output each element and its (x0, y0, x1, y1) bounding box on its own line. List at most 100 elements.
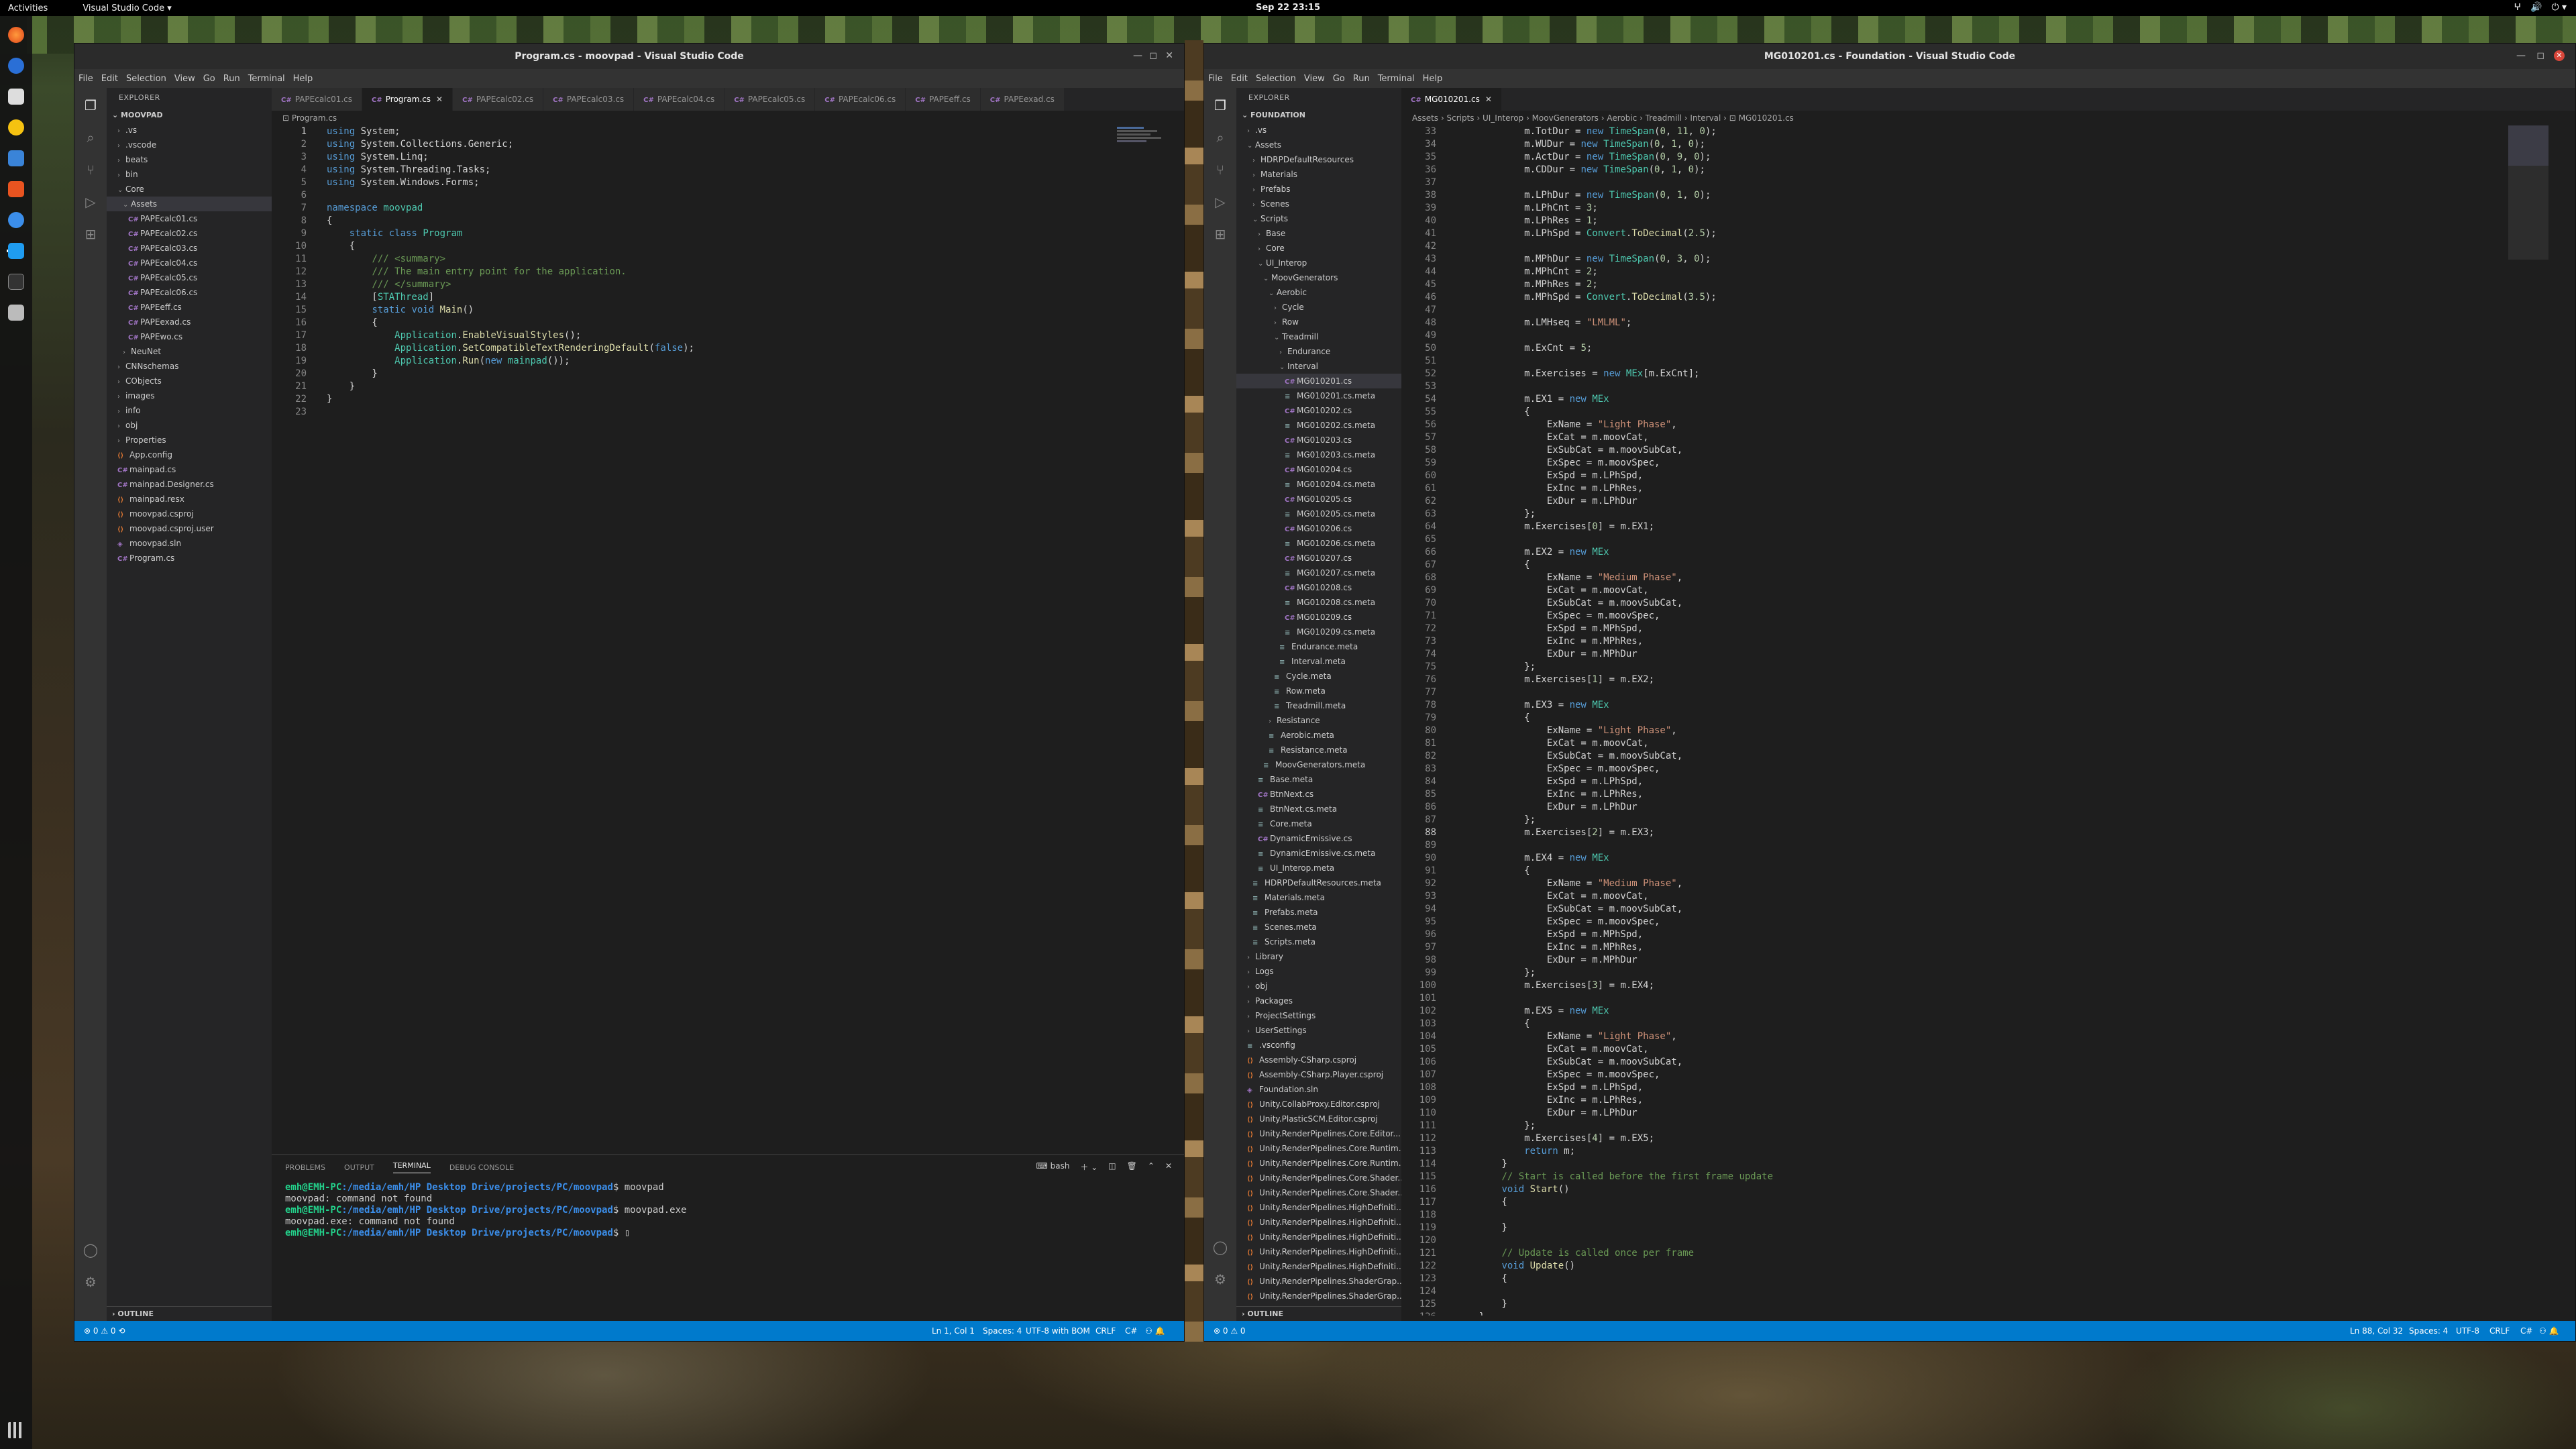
code-line[interactable]: 57 ExCat = m.moovCat, (1401, 431, 2495, 444)
tree-item[interactable]: ⌄ UI_Interop (1236, 256, 1401, 270)
outline-section[interactable]: › OUTLINE (1236, 1306, 1401, 1321)
code-line[interactable]: 40 m.LPhRes = 1; (1401, 215, 2495, 227)
code-line[interactable]: 110 ExDur = m.LPhDur (1401, 1107, 2495, 1120)
tree-item[interactable]: C# mainpad.cs (107, 462, 272, 477)
breadcrumb[interactable]: Assets › Scripts › UI_Interop › MoovGene… (1401, 111, 2575, 125)
minimap[interactable] (2508, 125, 2548, 260)
menu-help[interactable]: Help (289, 74, 317, 84)
code-line[interactable]: 19 Application.Run(new mainpad()); (272, 355, 1110, 368)
code-line[interactable]: 55 { (1401, 406, 2495, 419)
tree-item[interactable]: › Resistance (1236, 713, 1401, 728)
account-icon[interactable]: ◯ (83, 1242, 99, 1258)
tab-debug-console[interactable]: DEBUG CONSOLE (449, 1163, 514, 1172)
tree-item[interactable]: C# PAPEwo.cs (107, 329, 272, 344)
editor-tab[interactable]: C# PAPEcalc03.cs (543, 88, 635, 111)
menu-edit[interactable]: Edit (97, 74, 122, 84)
tree-item[interactable]: › Materials (1236, 167, 1401, 182)
extensions-icon[interactable]: ⊞ (83, 226, 99, 242)
tree-item[interactable]: › UserSettings (1236, 1023, 1401, 1038)
tree-item[interactable]: › Library (1236, 949, 1401, 964)
status-indentation[interactable]: Spaces: 4 (983, 1321, 1022, 1341)
code-line[interactable]: 51 (1401, 355, 2495, 368)
code-line[interactable]: 105 ExCat = m.moovCat, (1401, 1043, 2495, 1056)
code-line[interactable]: 77 (1401, 686, 2495, 699)
search-icon[interactable]: ⌕ (83, 129, 99, 146)
code-line[interactable]: 53 (1401, 380, 2495, 393)
minimize-button[interactable]: — (2516, 50, 2526, 61)
code-line[interactable]: 111 }; (1401, 1120, 2495, 1132)
code-line[interactable]: 102 m.EX5 = new MEx (1401, 1005, 2495, 1018)
extensions-icon[interactable]: ⊞ (1212, 226, 1228, 242)
tree-item[interactable]: › CObjects (107, 374, 272, 388)
tree-item[interactable]: ⟨⟩ Unity.RenderPipelines.ShaderGrap... (1236, 1289, 1401, 1303)
code-line[interactable]: 94 ExSubCat = m.moovSubCat, (1401, 903, 2495, 916)
menu-file[interactable]: File (1204, 74, 1227, 84)
code-line[interactable]: 109 ExInc = m.LPhRes, (1401, 1094, 2495, 1107)
explorer-icon[interactable]: ❐ (83, 97, 99, 113)
tree-item[interactable]: ≡ HDRPDefaultResources.meta (1236, 875, 1401, 890)
tree-item[interactable]: › Packages (1236, 994, 1401, 1008)
menu-run[interactable]: Run (219, 74, 244, 84)
tree-item[interactable]: ⟨⟩ Unity.RenderPipelines.HighDefiniti... (1236, 1259, 1401, 1274)
tree-item[interactable]: › ProjectSettings (1236, 1008, 1401, 1023)
code-line[interactable]: 62 ExDur = m.LPhDur (1401, 495, 2495, 508)
code-line[interactable]: 83 ExSpec = m.moovSpec, (1401, 763, 2495, 775)
menu-selection[interactable]: Selection (1252, 74, 1300, 84)
code-line[interactable]: 123 { (1401, 1273, 2495, 1285)
code-line[interactable]: 72 ExSpd = m.MPhSpd, (1401, 623, 2495, 635)
code-line[interactable]: 124 (1401, 1285, 2495, 1298)
code-line[interactable]: 50 m.ExCnt = 5; (1401, 342, 2495, 355)
tree-item[interactable]: ≡ Prefabs.meta (1236, 905, 1401, 920)
status-indentation[interactable]: Spaces: 4 (2409, 1321, 2448, 1341)
code-line[interactable]: 125 } (1401, 1298, 2495, 1311)
code-line[interactable]: 9 static class Program (272, 227, 1110, 240)
tree-item[interactable]: › obj (107, 418, 272, 433)
tree-item[interactable]: ≡ Resistance.meta (1236, 743, 1401, 757)
code-line[interactable]: 8{ (272, 215, 1110, 227)
tree-item[interactable]: ⟨⟩ Unity.RenderPipelines.Core.Runtim... (1236, 1156, 1401, 1171)
code-line[interactable]: 12 /// The main entry point for the appl… (272, 266, 1110, 278)
code-line[interactable]: 93 ExCat = m.moovCat, (1401, 890, 2495, 903)
menu-help[interactable]: Help (1419, 74, 1447, 84)
tree-item[interactable]: › info (107, 403, 272, 418)
tree-item[interactable]: C# PAPEcalc05.cs (107, 270, 272, 285)
code-line[interactable]: 67 { (1401, 559, 2495, 572)
code-line[interactable]: 113 return m; (1401, 1145, 2495, 1158)
tree-item[interactable]: › Cycle (1236, 300, 1401, 315)
code-line[interactable]: 69 ExCat = m.moovCat, (1401, 584, 2495, 597)
menu-run[interactable]: Run (1349, 74, 1374, 84)
close-tab-icon[interactable]: ✕ (1485, 95, 1492, 104)
status-cursor-position[interactable]: Ln 1, Col 1 (932, 1321, 975, 1341)
code-line[interactable]: 115 // Start is called before the first … (1401, 1171, 2495, 1183)
tree-item[interactable]: ⟨⟩ moovpad.csproj.user (107, 521, 272, 536)
tree-item[interactable]: ⌄ Assets (1236, 138, 1401, 152)
tree-item[interactable]: ≡ MG010203.cs.meta (1236, 447, 1401, 462)
tree-item[interactable]: ≡ DynamicEmissive.cs.meta (1236, 846, 1401, 861)
system-tray[interactable]: ⵖ 🔊 ⏻ ▾ (2514, 2, 2567, 13)
code-line[interactable]: 47 (1401, 304, 2495, 317)
code-line[interactable]: 84 ExSpd = m.LPhSpd, (1401, 775, 2495, 788)
tree-item[interactable]: ≡ MG010205.cs.meta (1236, 506, 1401, 521)
tree-item[interactable]: ⟨⟩ Unity.PlasticSCM.Editor.csproj (1236, 1112, 1401, 1126)
editor-tab[interactable]: C# PAPEcalc01.cs (272, 88, 363, 111)
writer-icon[interactable] (8, 150, 24, 166)
code-line[interactable]: 120 (1401, 1234, 2495, 1247)
search-icon[interactable]: ⌕ (1212, 129, 1228, 146)
code-line[interactable]: 7 namespace moovpad (272, 202, 1110, 215)
tree-item[interactable]: › HDRPDefaultResources (1236, 152, 1401, 167)
code-line[interactable]: 95 ExSpec = m.moovSpec, (1401, 916, 2495, 928)
tree-item[interactable]: ⟨⟩ Unity.RenderPipelines.Core.Runtim... (1236, 1141, 1401, 1156)
tree-item[interactable]: ⟨⟩ Unity.RenderPipelines.HighDefiniti... (1236, 1200, 1401, 1215)
code-editor[interactable]: 1 using System; 2 using System.Collections.… (272, 125, 1110, 1159)
tree-item[interactable]: C# PAPEcalc04.cs (107, 256, 272, 270)
tab-output[interactable]: OUTPUT (344, 1163, 374, 1172)
code-line[interactable]: 42 (1401, 240, 2495, 253)
tree-item[interactable]: ≡ Row.meta (1236, 684, 1401, 698)
status-cursor-position[interactable]: Ln 88, Col 32 (2350, 1321, 2403, 1341)
tab-terminal[interactable]: TERMINAL (392, 1161, 431, 1173)
code-line[interactable]: 122 void Update() (1401, 1260, 2495, 1273)
tree-item[interactable]: ⌄ Aerobic (1236, 285, 1401, 300)
tree-item[interactable]: C# DynamicEmissive.cs (1236, 831, 1401, 846)
tree-item[interactable]: ≡ MG010202.cs.meta (1236, 418, 1401, 433)
tree-item[interactable]: ≡ MoovGenerators.meta (1236, 757, 1401, 772)
